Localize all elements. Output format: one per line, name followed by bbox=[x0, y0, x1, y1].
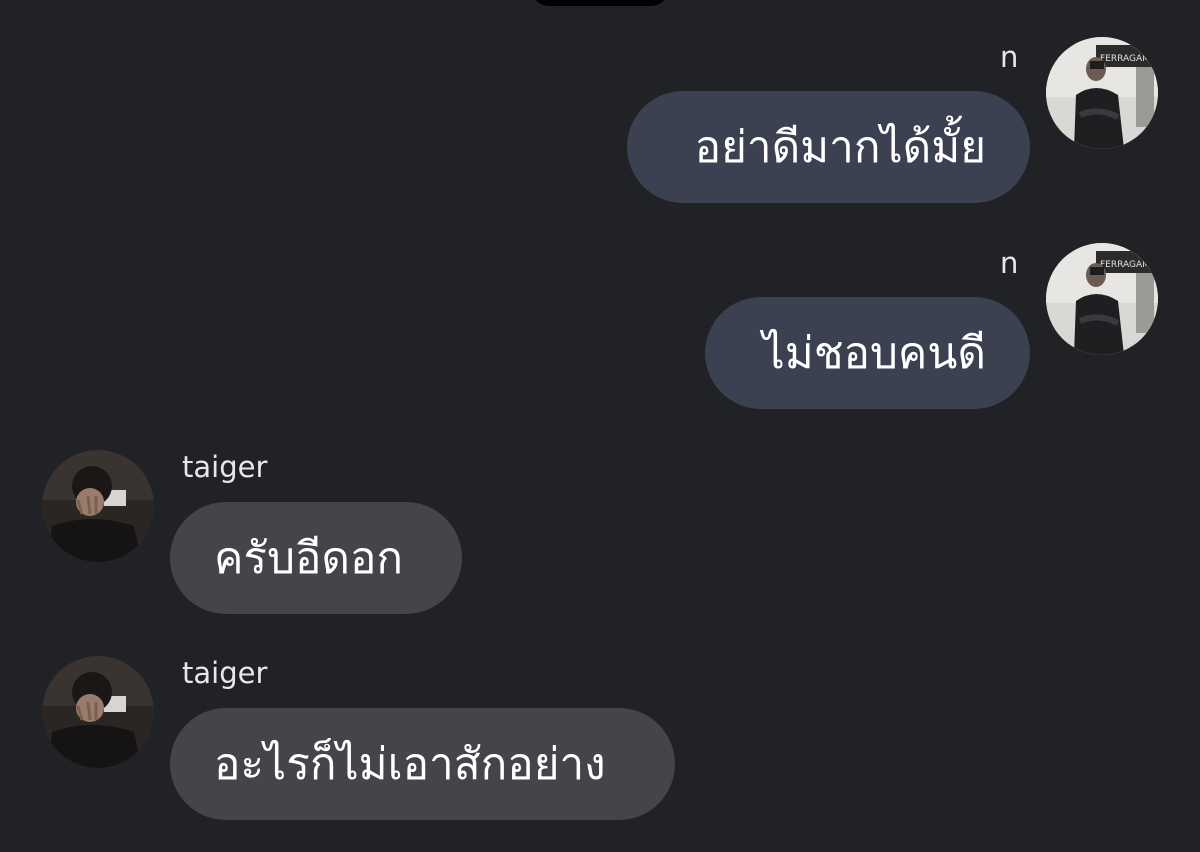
message-bubble-outgoing[interactable]: ไม่ชอบคนดี bbox=[705, 297, 1030, 409]
sender-name: n bbox=[1000, 246, 1019, 280]
message-text: ไม่ชอบคนดี bbox=[762, 328, 986, 379]
user-taiger-avatar[interactable] bbox=[42, 656, 154, 768]
message-text: ครับอีดอก bbox=[214, 533, 404, 584]
message-text: อะไรก็ไม่เอาสักอย่าง bbox=[214, 739, 606, 790]
avatar-photo: FERRAGAMO bbox=[1046, 37, 1158, 149]
user-taiger-avatar[interactable] bbox=[42, 450, 154, 562]
message-text: อย่าดีมากได้มั้ย bbox=[694, 122, 986, 173]
user-n-avatar[interactable]: FERRAGAMO bbox=[1046, 37, 1158, 149]
dynamic-island bbox=[531, 0, 669, 6]
sender-name: taiger bbox=[182, 656, 268, 690]
avatar-sign-text: FERRAGAMO bbox=[1100, 54, 1157, 64]
message-bubble-outgoing[interactable]: อย่าดีมากได้มั้ย bbox=[627, 91, 1030, 203]
avatar-photo bbox=[42, 656, 154, 768]
avatar-photo: FERRAGAMO bbox=[1046, 243, 1158, 355]
avatar-photo bbox=[42, 450, 154, 562]
message-bubble-incoming[interactable]: อะไรก็ไม่เอาสักอย่าง bbox=[170, 708, 675, 820]
sender-name: taiger bbox=[182, 450, 268, 484]
message-bubble-incoming[interactable]: ครับอีดอก bbox=[170, 502, 462, 614]
avatar-sign-text: FERRAGAMO bbox=[1100, 260, 1157, 270]
user-n-avatar[interactable]: FERRAGAMO bbox=[1046, 243, 1158, 355]
sender-name: n bbox=[1000, 40, 1019, 74]
chat-screen: n อย่าดีมากได้มั้ย FERRAGAMO n ไม่ชอบคนด… bbox=[0, 0, 1200, 852]
